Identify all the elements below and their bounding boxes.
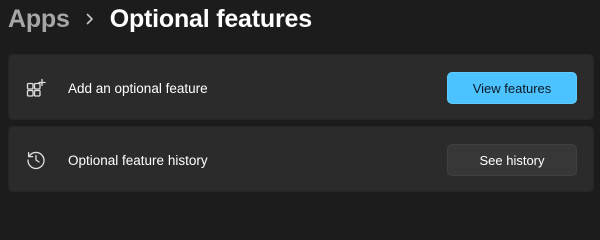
see-history-button[interactable]: See history [447, 144, 577, 176]
optional-feature-history-card: Optional feature history See history [8, 126, 594, 192]
add-optional-feature-card: Add an optional feature View features [8, 54, 594, 120]
add-apps-icon [26, 78, 46, 98]
breadcrumb-apps-link[interactable]: Apps [8, 5, 70, 34]
chevron-right-icon [76, 0, 104, 38]
breadcrumb: Apps Optional features [8, 0, 312, 38]
optional-feature-history-label: Optional feature history [68, 152, 208, 168]
history-icon [26, 150, 46, 170]
page-title: Optional features [109, 4, 312, 33]
add-optional-feature-label: Add an optional feature [68, 80, 208, 96]
view-features-button[interactable]: View features [447, 72, 577, 104]
